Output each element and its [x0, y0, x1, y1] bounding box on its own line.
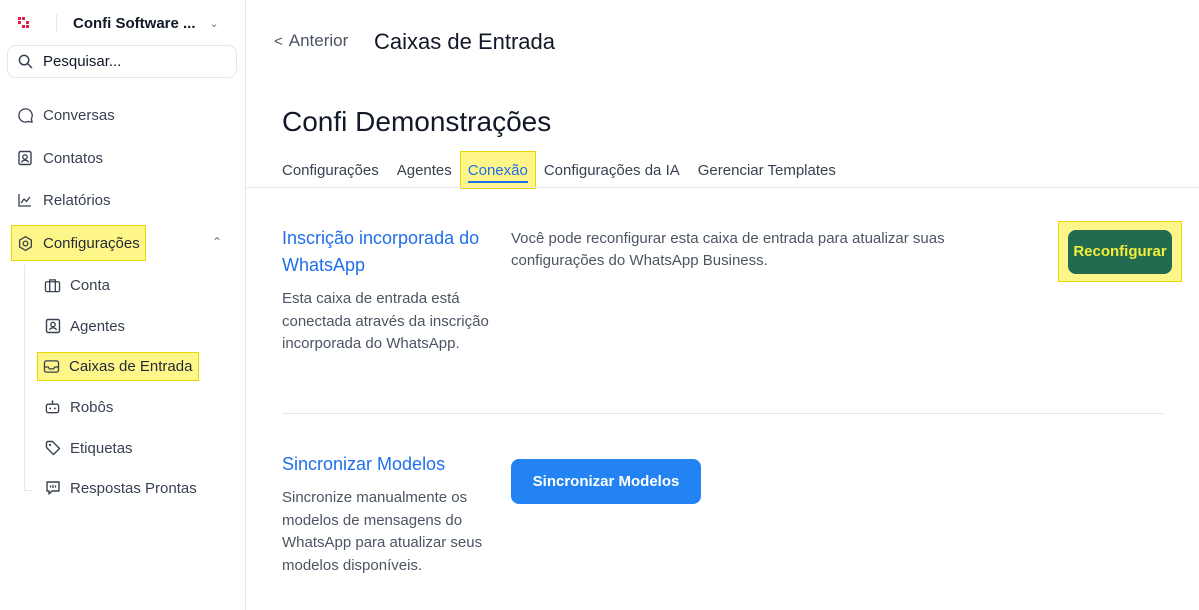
whatsapp-section-title: Inscrição incorporada do WhatsApp [282, 228, 480, 275]
contact-card-icon [16, 149, 34, 167]
tab-agentes[interactable]: Agentes [397, 162, 452, 179]
sub-etiquetas-label: Etiquetas [70, 439, 133, 457]
robot-icon [44, 399, 61, 416]
chevron-down-icon: ⌄ [209, 17, 219, 30]
sub-respostas-prontas[interactable]: Respostas Prontas [44, 474, 197, 502]
tab-active-indicator [467, 181, 528, 183]
main-content: < Anterior Caixas de Entrada Confi Demon… [246, 0, 1199, 610]
sync-templates-button[interactable]: Sincronizar Modelos [511, 459, 701, 504]
back-link[interactable]: < Anterior [274, 31, 348, 51]
sub-caixas-de-entrada[interactable]: Caixas de Entrada [37, 352, 200, 381]
tab-conexao[interactable]: Conexão [459, 151, 536, 189]
page-title: Caixas de Entrada [374, 29, 555, 54]
sync-section-title: Sincronizar Modelos [282, 454, 446, 474]
chevron-left-icon: < [274, 32, 283, 50]
nav-configuracoes[interactable]: Configurações [11, 225, 146, 261]
briefcase-icon [44, 277, 61, 294]
inbox-icon [43, 358, 60, 375]
search-icon [18, 54, 33, 69]
nav-contatos-label: Contatos [43, 149, 104, 167]
sub-agentes-label: Agentes [70, 317, 126, 335]
sub-caixas-label: Caixas de Entrada [69, 358, 193, 375]
nav-relatorios[interactable]: Relatórios [16, 185, 111, 215]
inbox-name: Confi Demonstrações [282, 106, 552, 137]
nav-contatos[interactable]: Contatos [16, 143, 103, 173]
sidebar: Confi Software ... ⌄ Conversas Contatos … [0, 0, 246, 610]
line-chart-icon [16, 191, 34, 209]
agent-card-icon [44, 318, 61, 335]
section-divider [282, 413, 1164, 414]
nav-conversas[interactable]: Conversas [16, 100, 115, 130]
tab-conexao-label: Conexão [467, 161, 528, 179]
quick-reply-icon [44, 480, 61, 497]
sub-robos[interactable]: Robôs [44, 393, 113, 421]
sub-etiquetas[interactable]: Etiquetas [44, 434, 133, 462]
back-label: Anterior [288, 31, 349, 50]
chat-bubble-icon [16, 106, 34, 124]
org-name: Confi Software ... [73, 14, 196, 32]
reconfigure-highlight: Reconfigurar [1058, 221, 1182, 282]
tab-configuracoes-ia[interactable]: Configurações da IA [544, 162, 680, 179]
tab-configuracoes[interactable]: Configurações [282, 162, 379, 179]
reconfigure-button[interactable]: Reconfigurar [1068, 229, 1172, 274]
chevron-up-icon[interactable]: ⌃ [212, 235, 222, 249]
sub-conta-label: Conta [70, 276, 111, 294]
tree-tick [24, 490, 32, 491]
sub-conta[interactable]: Conta [44, 271, 110, 299]
whatsapp-section-info: Você pode reconfigurar esta caixa de ent… [511, 230, 945, 269]
org-logo-icon [18, 17, 30, 29]
tab-bar: Configurações Agentes Conexão Configuraç… [282, 151, 854, 189]
tabs-divider [246, 187, 1199, 188]
tree-line [24, 265, 25, 490]
sub-respostas-label: Respostas Prontas [70, 479, 197, 497]
tab-gerenciar-templates[interactable]: Gerenciar Templates [698, 162, 836, 179]
search-input[interactable] [43, 53, 223, 70]
sync-section-desc: Sincronize manualmente os modelos de men… [282, 489, 483, 574]
tag-icon [44, 440, 61, 457]
nav-conversas-label: Conversas [43, 106, 115, 124]
nav-relatorios-label: Relatórios [43, 191, 111, 209]
org-divider [56, 14, 57, 32]
settings-icon [16, 234, 34, 252]
whatsapp-section-desc: Esta caixa de entrada está conectada atr… [282, 290, 489, 352]
org-switcher[interactable]: Confi Software ... ⌄ [18, 12, 238, 34]
nav-configuracoes-label: Configurações [43, 234, 140, 252]
sub-agentes[interactable]: Agentes [44, 312, 125, 340]
sub-robos-label: Robôs [70, 398, 114, 416]
search-box[interactable] [7, 45, 237, 78]
